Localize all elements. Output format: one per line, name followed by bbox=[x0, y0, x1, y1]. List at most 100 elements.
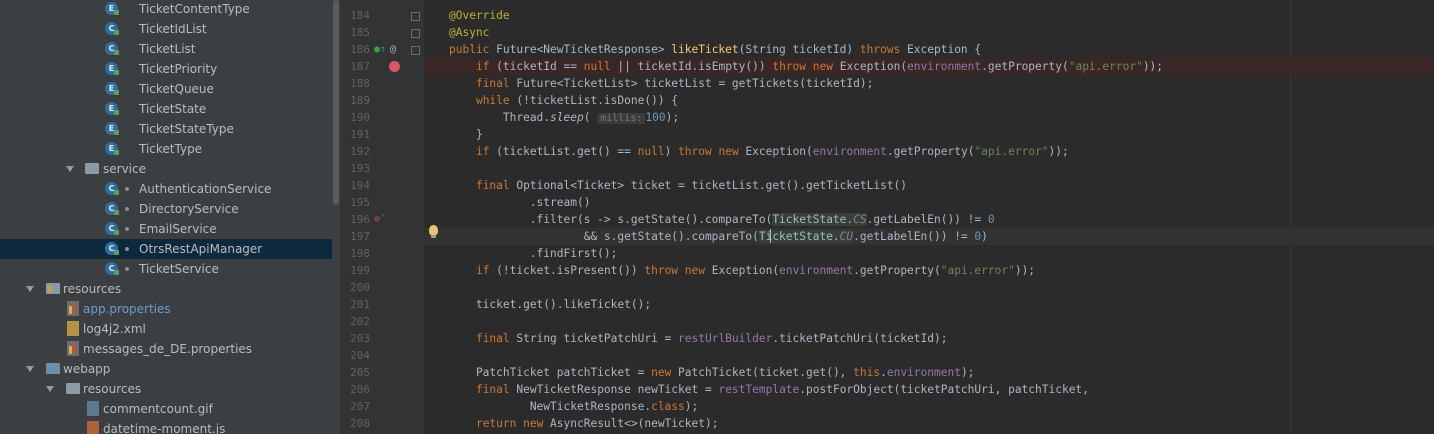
tree-item-webapp-resources[interactable]: resources bbox=[0, 379, 332, 399]
code-line[interactable] bbox=[424, 160, 1434, 177]
code-line[interactable]: NewTicketResponse.class); bbox=[424, 398, 1434, 415]
tree-item-emailservice[interactable]: C EmailService bbox=[0, 219, 332, 239]
intention-bulb-icon[interactable] bbox=[429, 225, 438, 238]
tree-item-tickettype[interactable]: E TicketType bbox=[0, 139, 332, 159]
code-line[interactable] bbox=[424, 313, 1434, 330]
enum-icon: E bbox=[105, 142, 119, 155]
code-line[interactable]: } bbox=[424, 126, 1434, 143]
tree-item-ticketcontenttype[interactable]: E TicketContentType bbox=[0, 0, 332, 19]
class-icon: C bbox=[105, 22, 119, 35]
expand-arrow-icon[interactable] bbox=[26, 366, 34, 372]
tree-item-resources[interactable]: resources bbox=[0, 279, 332, 299]
line-number: 193 bbox=[350, 162, 370, 175]
code-line[interactable]: if (ticketId == null || ticketId.isEmpty… bbox=[424, 58, 1434, 75]
code-line[interactable]: final NewTicketResponse newTicket = rest… bbox=[424, 381, 1434, 398]
code-line[interactable]: Thread.sleep( millis: 100); bbox=[424, 109, 1434, 126]
line-number: 208 bbox=[350, 417, 370, 430]
line-number: 200 bbox=[350, 281, 370, 294]
line-number: 203 bbox=[350, 332, 370, 345]
tree-item-ticketqueue[interactable]: E TicketQueue bbox=[0, 79, 332, 99]
code-line[interactable]: PatchTicket patchTicket = new PatchTicke… bbox=[424, 364, 1434, 381]
visibility-icon bbox=[125, 207, 129, 211]
line-number: 194 bbox=[350, 179, 370, 192]
code-line[interactable]: while (!ticketList.isDone()) { bbox=[424, 92, 1434, 109]
annotation-gutter-icon[interactable]: @ bbox=[390, 41, 396, 58]
code-line[interactable]: @Async bbox=[424, 24, 1434, 41]
code-line[interactable] bbox=[424, 279, 1434, 296]
line-number: 199 bbox=[350, 264, 370, 277]
code-line[interactable]: final Optional<Ticket> ticket = ticketLi… bbox=[424, 177, 1434, 194]
line-number: 198 bbox=[350, 247, 370, 260]
code-line-current[interactable]: && s.getState().compareTo(TicketState.CU… bbox=[424, 228, 1434, 245]
enum-icon: E bbox=[105, 122, 119, 135]
class-icon: C bbox=[105, 182, 119, 195]
tree-item-webapp[interactable]: webapp bbox=[0, 359, 332, 379]
code-line[interactable]: @Override bbox=[424, 7, 1434, 24]
class-icon: C bbox=[105, 262, 119, 275]
line-number: 197 bbox=[350, 230, 370, 243]
xml-file-icon bbox=[67, 321, 79, 336]
line-number: 189 bbox=[350, 94, 370, 107]
tree-item-authenticationservice[interactable]: C AuthenticationService bbox=[0, 179, 332, 199]
tree-item-ticketstate[interactable]: E TicketState bbox=[0, 99, 332, 119]
line-number: 206 bbox=[350, 383, 370, 396]
tree-scrollbar-thumb[interactable] bbox=[333, 0, 339, 205]
line-number: 186 bbox=[350, 43, 370, 56]
line-number: 188 bbox=[350, 77, 370, 90]
expand-arrow-icon[interactable] bbox=[46, 386, 54, 392]
tree-item-ticketidlist[interactable]: C TicketIdList bbox=[0, 19, 332, 39]
web-folder-icon bbox=[46, 363, 60, 374]
line-number: 196 bbox=[350, 213, 370, 226]
code-line[interactable]: final Future<TicketList> ticketList = ge… bbox=[424, 75, 1434, 92]
line-number: 207 bbox=[350, 400, 370, 413]
tree-item-log4j2-xml[interactable]: log4j2.xml bbox=[0, 319, 332, 339]
visibility-icon bbox=[125, 267, 129, 271]
tree-item-ticketpriority[interactable]: E TicketPriority bbox=[0, 59, 332, 79]
visibility-icon bbox=[125, 227, 129, 231]
line-number: 205 bbox=[350, 366, 370, 379]
override-gutter-icon[interactable]: ●↑ bbox=[374, 41, 386, 58]
code-line[interactable]: .filter(s -> s.getState().compareTo(Tick… bbox=[424, 211, 1434, 228]
code-line[interactable]: public Future<NewTicketResponse> likeTic… bbox=[424, 41, 1434, 58]
image-file-icon bbox=[87, 401, 99, 416]
code-line[interactable]: .stream() bbox=[424, 194, 1434, 211]
tree-item-messages-properties[interactable]: messages_de_DE.properties bbox=[0, 339, 332, 359]
enum-icon: E bbox=[105, 102, 119, 115]
code-line[interactable]: .findFirst(); bbox=[424, 245, 1434, 262]
visibility-icon bbox=[125, 247, 129, 251]
visibility-icon bbox=[125, 187, 129, 191]
fold-icon[interactable] bbox=[411, 46, 420, 55]
tree-item-ticketlist[interactable]: C TicketList bbox=[0, 39, 332, 59]
code-line[interactable]: ticket.get().likeTicket(); bbox=[424, 296, 1434, 313]
line-number: 184 bbox=[350, 9, 370, 22]
code-line[interactable] bbox=[424, 347, 1434, 364]
js-file-icon bbox=[87, 421, 99, 434]
tree-scrollbar[interactable] bbox=[332, 0, 340, 434]
tree-item-directoryservice[interactable]: C DirectoryService bbox=[0, 199, 332, 219]
breakpoint-icon[interactable] bbox=[389, 61, 400, 72]
tree-item-commentcount-gif[interactable]: commentcount.gif bbox=[0, 399, 332, 419]
enum-icon: E bbox=[105, 82, 119, 95]
fold-icon[interactable] bbox=[411, 29, 420, 38]
code-line[interactable]: if (ticketList.get() == null) throw new … bbox=[424, 143, 1434, 160]
code-line[interactable]: final String ticketPatchUri = restUrlBui… bbox=[424, 330, 1434, 347]
tree-item-ticketservice[interactable]: C TicketService bbox=[0, 259, 332, 279]
tree-item-app-properties[interactable]: app.properties bbox=[0, 299, 332, 319]
tree-item-otrsrestapimanager[interactable]: C OtrsRestApiManager bbox=[0, 239, 332, 259]
expand-arrow-icon[interactable] bbox=[26, 286, 34, 292]
line-number: 187 bbox=[350, 60, 370, 73]
tree-item-service[interactable]: service bbox=[0, 159, 332, 179]
lambda-breakpoint-icon[interactable]: ⊘ʹ bbox=[374, 211, 386, 228]
line-number: 190 bbox=[350, 111, 370, 124]
fold-icon[interactable] bbox=[411, 12, 420, 21]
line-number: 201 bbox=[350, 298, 370, 311]
project-tree: E TicketContentType C TicketIdList C Tic… bbox=[0, 0, 332, 434]
tree-item-ticketstatetype[interactable]: E TicketStateType bbox=[0, 119, 332, 139]
code-line[interactable]: if (!ticket.isPresent()) throw new Excep… bbox=[424, 262, 1434, 279]
properties-file-icon bbox=[67, 301, 79, 316]
code-line[interactable]: return new AsyncResult<>(newTicket); bbox=[424, 415, 1434, 432]
line-number: 204 bbox=[350, 349, 370, 362]
tree-item-datetime-moment-js[interactable]: datetime-moment.js bbox=[0, 419, 332, 434]
expand-arrow-icon[interactable] bbox=[66, 166, 74, 172]
line-number: 195 bbox=[350, 196, 370, 209]
